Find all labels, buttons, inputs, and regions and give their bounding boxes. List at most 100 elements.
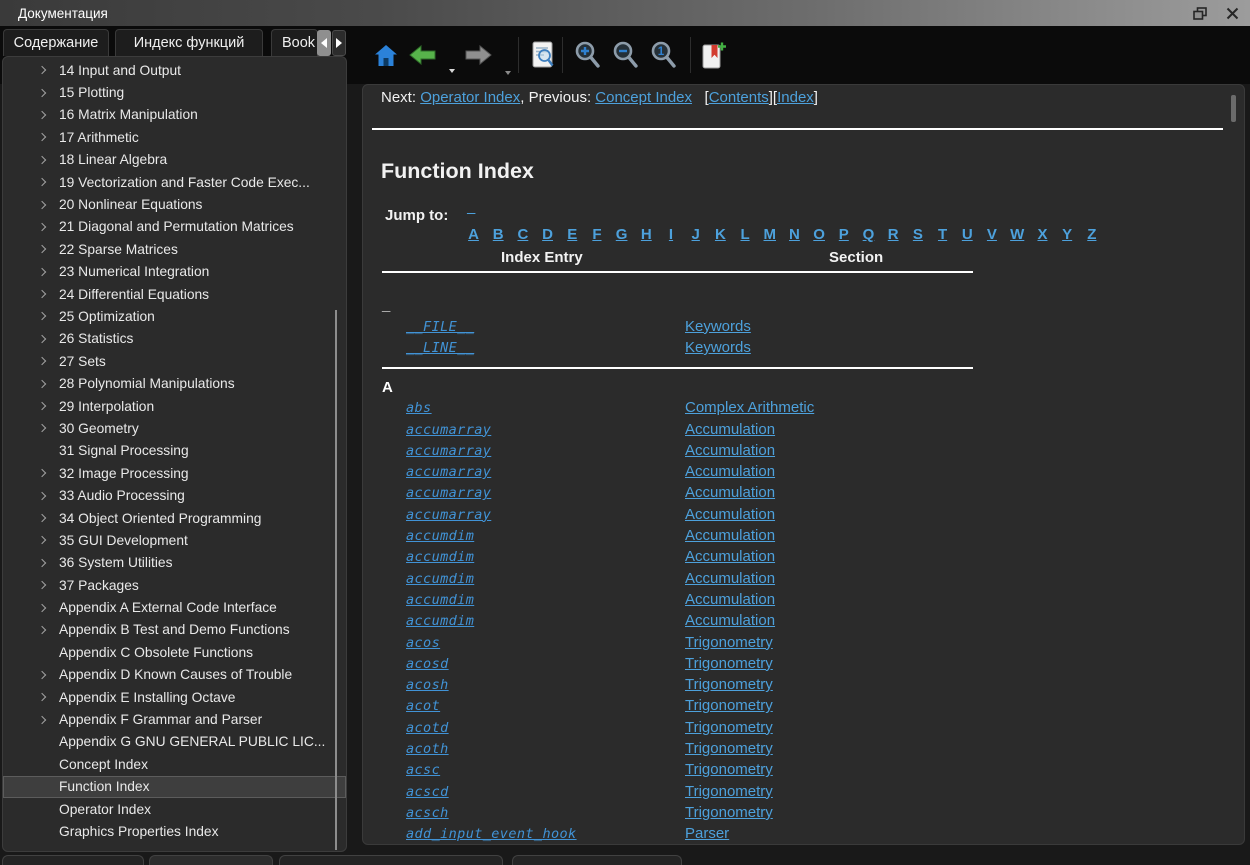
function-entry-link[interactable]: acosd xyxy=(406,656,449,672)
chevron-expand-icon[interactable] xyxy=(38,536,46,544)
function-entry-link[interactable]: accumarray xyxy=(406,485,491,501)
jump-letter-link[interactable]: B xyxy=(492,226,505,243)
forward-button[interactable] xyxy=(464,40,492,70)
sidebar-item[interactable]: 17 Arithmetic xyxy=(3,126,346,148)
previous-link[interactable]: Concept Index xyxy=(595,89,692,106)
chevron-expand-icon[interactable] xyxy=(38,312,46,320)
function-entry-link[interactable]: acot xyxy=(406,698,440,714)
chevron-expand-icon[interactable] xyxy=(38,178,46,186)
jump-letter-link[interactable]: F xyxy=(590,226,603,243)
section-link[interactable]: Trigonometry xyxy=(685,740,773,757)
section-link[interactable]: Accumulation xyxy=(685,527,775,544)
chevron-expand-icon[interactable] xyxy=(38,491,46,499)
function-entry-link[interactable]: acos xyxy=(406,635,440,651)
zoom-in-button[interactable] xyxy=(574,40,602,70)
sidebar-item[interactable]: 34 Object Oriented Programming xyxy=(3,507,346,529)
section-link[interactable]: Parser xyxy=(685,825,729,842)
sidebar-item[interactable]: 19 Vectorization and Faster Code Exec... xyxy=(3,171,346,193)
chevron-expand-icon[interactable] xyxy=(38,111,46,119)
chevron-expand-icon[interactable] xyxy=(38,626,46,634)
chevron-expand-icon[interactable] xyxy=(38,223,46,231)
jump-letter-link[interactable]: J xyxy=(689,226,702,243)
jump-letter-link[interactable]: Z xyxy=(1085,226,1098,243)
jump-letter-link[interactable]: T xyxy=(936,226,949,243)
jump-letter-link[interactable]: R xyxy=(887,226,900,243)
sidebar-item[interactable]: 31 Signal Processing xyxy=(3,440,346,462)
jump-letter-link[interactable]: S xyxy=(911,226,924,243)
function-entry-link[interactable]: accumarray xyxy=(406,464,491,480)
forward-dropdown-icon[interactable] xyxy=(505,71,511,75)
tab-scroll-right-button[interactable] xyxy=(332,30,346,56)
section-link[interactable]: Accumulation xyxy=(685,570,775,587)
sidebar-item[interactable]: 33 Audio Processing xyxy=(3,484,346,506)
chevron-expand-icon[interactable] xyxy=(38,335,46,343)
chevron-expand-icon[interactable] xyxy=(38,469,46,477)
jump-letter-link[interactable]: U xyxy=(961,226,974,243)
jump-letter-link[interactable]: I xyxy=(665,226,678,243)
chevron-expand-icon[interactable] xyxy=(38,357,46,365)
jump-letter-link[interactable]: W xyxy=(1010,226,1024,243)
section-link[interactable]: Trigonometry xyxy=(685,761,773,778)
function-entry-link[interactable]: accumdim xyxy=(406,571,474,587)
sidebar-item[interactable]: 18 Linear Algebra xyxy=(3,149,346,171)
sidebar-item[interactable]: Appendix A External Code Interface xyxy=(3,596,346,618)
sidebar-item[interactable]: Function Index xyxy=(3,776,346,798)
chevron-expand-icon[interactable] xyxy=(38,559,46,567)
jump-letter-link[interactable]: Y xyxy=(1061,226,1074,243)
next-link[interactable]: Operator Index xyxy=(420,89,520,106)
function-entry-link[interactable]: accumdim xyxy=(406,613,474,629)
sidebar-item[interactable]: Appendix F Grammar and Parser xyxy=(3,708,346,730)
home-button[interactable] xyxy=(372,40,400,70)
section-link[interactable]: Accumulation xyxy=(685,463,775,480)
jump-letter-link[interactable]: H xyxy=(640,226,653,243)
function-entry-link[interactable]: acsch xyxy=(406,805,449,821)
section-link[interactable]: Trigonometry xyxy=(685,655,773,672)
chevron-expand-icon[interactable] xyxy=(38,156,46,164)
sidebar-item[interactable]: 27 Sets xyxy=(3,350,346,372)
back-button[interactable] xyxy=(408,40,436,70)
section-link[interactable]: Trigonometry xyxy=(685,676,773,693)
tab-scroll-left-button[interactable] xyxy=(317,30,331,56)
section-link[interactable]: Keywords xyxy=(685,339,751,356)
chevron-expand-icon[interactable] xyxy=(38,693,46,701)
jump-letter-link[interactable]: M xyxy=(763,226,776,243)
chevron-expand-icon[interactable] xyxy=(38,379,46,387)
chevron-expand-icon[interactable] xyxy=(38,603,46,611)
jump-letter-underscore-link[interactable]: _ xyxy=(467,199,475,216)
sidebar-item[interactable]: Appendix G GNU GENERAL PUBLIC LIC... xyxy=(3,731,346,753)
section-link[interactable]: Accumulation xyxy=(685,442,775,459)
jump-letter-link[interactable]: E xyxy=(566,226,579,243)
sidebar-item[interactable]: Concept Index xyxy=(3,753,346,775)
sidebar-item[interactable]: Graphics Properties Index xyxy=(3,820,346,842)
sidebar-item[interactable]: 36 System Utilities xyxy=(3,552,346,574)
zoom-out-button[interactable] xyxy=(612,40,640,70)
contents-link[interactable]: Contents xyxy=(709,89,769,106)
sidebar-item[interactable]: 14 Input and Output xyxy=(3,59,346,81)
chevron-expand-icon[interactable] xyxy=(38,200,46,208)
section-link[interactable]: Accumulation xyxy=(685,506,775,523)
jump-letter-link[interactable]: A xyxy=(467,226,480,243)
function-entry-link[interactable]: acosh xyxy=(406,677,449,693)
function-entry-link[interactable]: accumdim xyxy=(406,528,474,544)
function-entry-link[interactable]: acscd xyxy=(406,784,449,800)
function-entry-link[interactable]: accumarray xyxy=(406,422,491,438)
chevron-expand-icon[interactable] xyxy=(38,267,46,275)
section-link[interactable]: Accumulation xyxy=(685,612,775,629)
chevron-expand-icon[interactable] xyxy=(38,290,46,298)
chevron-expand-icon[interactable] xyxy=(38,133,46,141)
sidebar-item[interactable]: Appendix C Obsolete Functions xyxy=(3,641,346,663)
sidebar-item[interactable]: 35 GUI Development xyxy=(3,529,346,551)
sidebar-item[interactable]: 25 Optimization xyxy=(3,305,346,327)
restore-window-button[interactable] xyxy=(1192,5,1208,21)
tab-function-index[interactable]: Индекс функций xyxy=(115,29,263,56)
chevron-expand-icon[interactable] xyxy=(38,66,46,74)
sidebar-item[interactable]: 29 Interpolation xyxy=(3,395,346,417)
sidebar-item[interactable]: 30 Geometry xyxy=(3,417,346,439)
sidebar-item[interactable]: 28 Polynomial Manipulations xyxy=(3,372,346,394)
close-window-button[interactable] xyxy=(1224,5,1240,21)
chevron-expand-icon[interactable] xyxy=(38,245,46,253)
jump-letter-link[interactable]: O xyxy=(813,226,826,243)
section-link[interactable]: Trigonometry xyxy=(685,697,773,714)
function-entry-link[interactable]: acotd xyxy=(406,720,449,736)
jump-letter-link[interactable]: G xyxy=(615,226,628,243)
